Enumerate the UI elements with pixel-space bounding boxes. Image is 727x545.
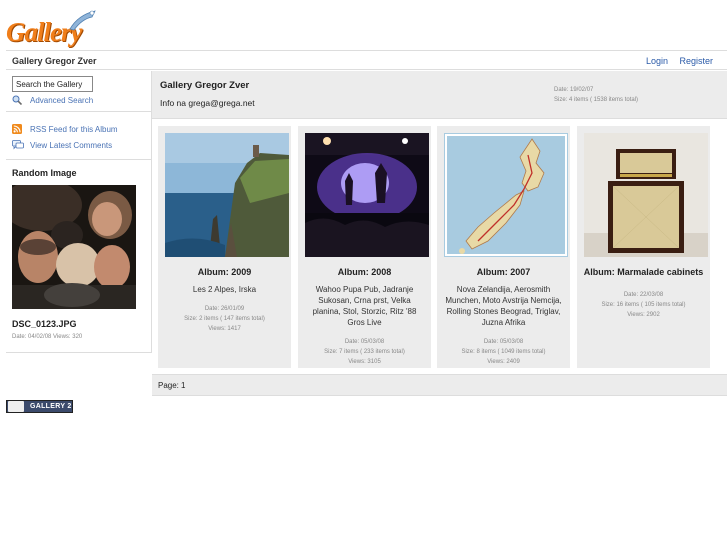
album-description: Nova Zelandija, Aerosmith Munchen, Moto …	[445, 285, 562, 327]
auth-links: Login Register	[637, 56, 713, 66]
magnifier-icon	[12, 95, 23, 106]
album-name[interactable]: Album: Marmalade cabinets	[577, 267, 710, 277]
amplifier-photo	[584, 133, 708, 257]
latest-comments-link[interactable]: View Latest Comments	[12, 140, 112, 150]
random-image-name[interactable]: DSC_0123.JPG	[12, 319, 77, 329]
album-description: Les 2 Alpes, Irska	[192, 285, 257, 294]
search-input[interactable]	[12, 76, 93, 92]
album-date: Date: 19/02/07	[554, 87, 594, 93]
advanced-search-label: Advanced Search	[30, 95, 94, 105]
album-header: Gallery Gregor Zver Info na grega@grega.…	[152, 71, 727, 119]
album-meta: Date: 26/01/09 Size: 2 items ( 147 items…	[158, 304, 291, 334]
album-views: Views: 2409	[487, 359, 520, 365]
concert-photo	[305, 133, 429, 257]
album-grid: Album: 2009 Les 2 Alpes, Irska Date: 26/…	[152, 120, 727, 374]
sidebar-divider	[6, 111, 152, 112]
advanced-search-link[interactable]: Advanced Search	[12, 95, 94, 106]
album-date: Date: 05/03/08	[344, 339, 385, 345]
album-card: Album: Marmalade cabinets Date: 22/03/08…	[577, 126, 710, 368]
gallery2-badge[interactable]: GALLERY 2	[6, 400, 73, 413]
album-meta: Date: 05/03/08 Size: 7 items ( 233 items…	[298, 337, 431, 367]
album-name[interactable]: Album: 2009	[158, 267, 291, 277]
album-views: Views: 1417	[208, 326, 241, 332]
album-meta: Date: 22/03/08 Size: 16 items ( 105 item…	[577, 290, 710, 320]
register-link[interactable]: Register	[679, 56, 713, 66]
album-thumbnail[interactable]	[444, 133, 568, 257]
latest-comments-label: View Latest Comments	[30, 140, 113, 150]
album-date: Date: 22/03/08	[623, 292, 664, 298]
pager: Page: 1	[152, 374, 727, 396]
album-date: Date: 05/03/08	[483, 339, 524, 345]
site-title: Gallery Gregor Zver	[12, 56, 97, 66]
album-size: Size: 8 items ( 1049 items total)	[461, 349, 546, 355]
rss-icon	[12, 124, 22, 134]
cliffs-photo	[165, 133, 289, 257]
pager-current-page: 1	[181, 381, 186, 390]
rss-feed-link[interactable]: RSS Feed for this Album	[12, 124, 118, 134]
random-image-thumbnail[interactable]	[12, 185, 136, 309]
album-name[interactable]: Album: 2007	[437, 267, 570, 277]
gallery-logo[interactable]: Gallery	[6, 9, 96, 47]
album-size: Size: 4 items ( 1538 items total)	[554, 97, 639, 103]
top-bar: Gallery Gregor Zver Login Register	[6, 50, 727, 70]
album-views: Views: 2902	[627, 312, 660, 318]
album-name[interactable]: Album: 2008	[298, 267, 431, 277]
album-description: Wahoo Pupa Pub, Jadranje Sukosan, Crna p…	[312, 285, 417, 327]
album-size: Size: 16 items ( 105 items total)	[601, 302, 686, 308]
album-title: Gallery Gregor Zver	[160, 80, 250, 91]
pager-label: Page:	[158, 381, 179, 390]
sidebar-divider	[6, 159, 152, 160]
album-thumbnail[interactable]	[165, 133, 289, 257]
sidebar: Advanced Search RSS Feed for this Album …	[6, 71, 152, 353]
album-thumbnail[interactable]	[305, 133, 429, 257]
album-card: Album: 2009 Les 2 Alpes, Irska Date: 26/…	[158, 126, 291, 368]
album-meta: Date: 19/02/07 Size: 4 items ( 1538 item…	[554, 85, 638, 105]
map-photo	[444, 133, 568, 257]
logo-swoosh-icon	[69, 10, 96, 31]
album-date: Date: 26/01/09	[204, 306, 245, 312]
album-card: Album: 2007 Nova Zelandija, Aerosmith Mu…	[437, 126, 570, 368]
rss-feed-label: RSS Feed for this Album	[30, 124, 118, 134]
badge-text: GALLERY 2	[30, 403, 72, 410]
random-image-meta: Date: 04/02/08 Views: 320	[12, 334, 83, 340]
album-meta: Date: 05/03/08 Size: 8 items ( 1049 item…	[437, 337, 570, 367]
album-description: Info na grega@grega.net	[160, 98, 255, 108]
comments-icon	[12, 140, 24, 150]
random-image-heading: Random Image	[12, 168, 77, 178]
people-photo	[12, 185, 136, 309]
album-size: Size: 7 items ( 233 items total)	[324, 349, 405, 355]
album-size: Size: 2 items ( 147 items total)	[184, 316, 265, 322]
album-card: Album: 2008 Wahoo Pupa Pub, Jadranje Suk…	[298, 126, 431, 368]
gallery-badge-icon	[8, 401, 24, 412]
album-thumbnail[interactable]	[584, 133, 708, 257]
login-link[interactable]: Login	[646, 56, 668, 66]
album-views: Views: 3105	[348, 359, 381, 365]
